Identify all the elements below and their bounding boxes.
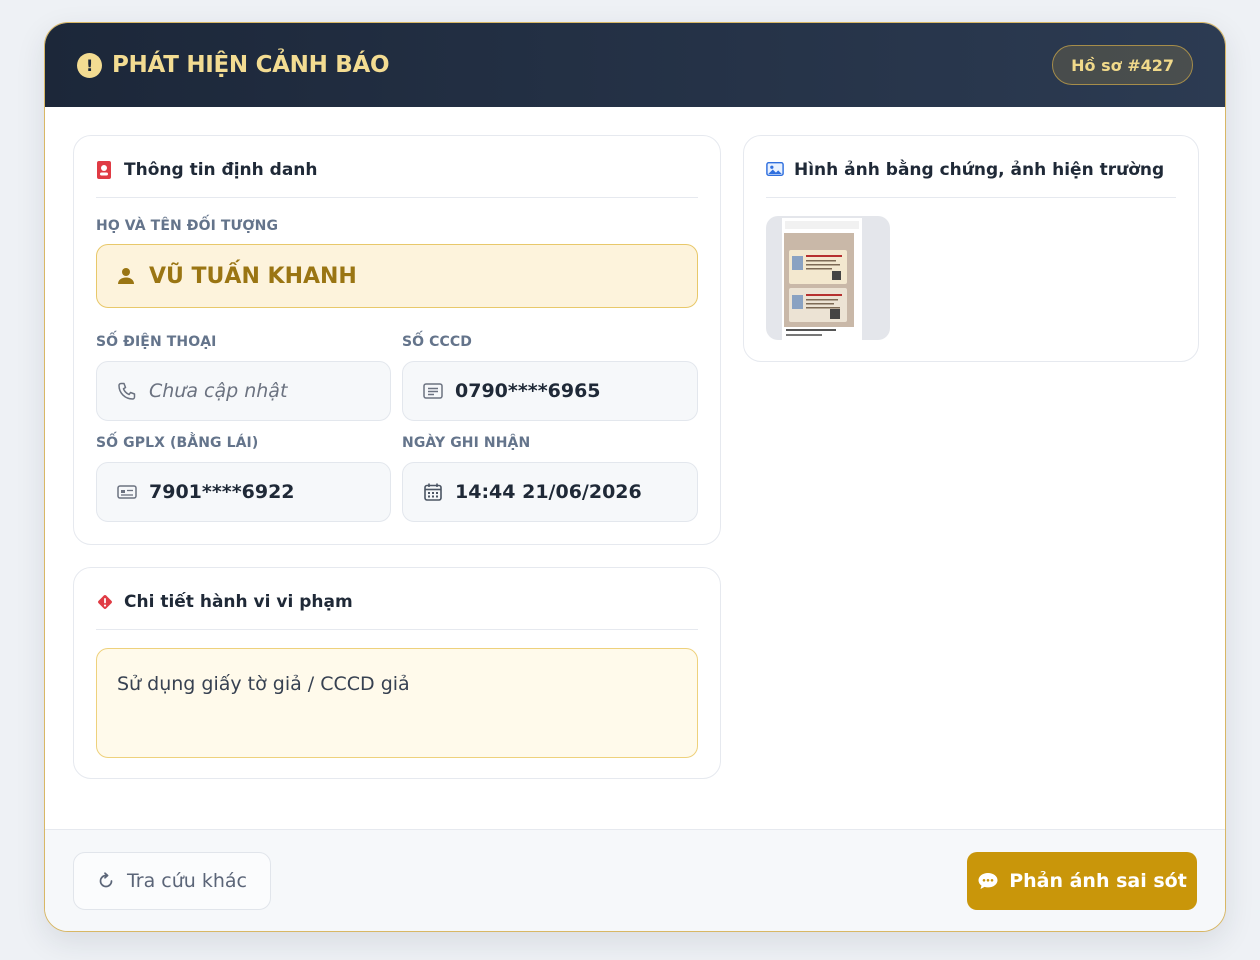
card-footer: Tra cứu khác Phản ánh sai sót	[45, 829, 1225, 931]
id-card-icon	[96, 160, 114, 180]
user-icon	[117, 267, 135, 285]
violation-panel-title: Chi tiết hành vi vi phạm	[124, 592, 353, 612]
search-again-button[interactable]: Tra cứu khác	[73, 852, 271, 910]
cccd-field: 0790****6965	[402, 361, 698, 421]
report-error-button[interactable]: Phản ánh sai sót	[967, 852, 1197, 910]
alert-title-text: PHÁT HIỆN CẢNH BÁO	[112, 52, 390, 78]
evidence-panel-title: Hình ảnh bằng chứng, ảnh hiện trường	[794, 160, 1165, 180]
id-card-photo	[782, 218, 862, 340]
violation-description: Sử dụng giấy tờ giả / CCCD giả	[96, 648, 698, 758]
identity-panel-title: Thông tin định danh	[124, 160, 318, 180]
violation-panel: Chi tiết hành vi vi phạm Sử dụng giấy tờ…	[73, 567, 721, 779]
name-value: VŨ TUẤN KHANH	[149, 263, 357, 289]
violation-panel-header: Chi tiết hành vi vi phạm	[96, 592, 698, 630]
phone-field: Chưa cập nhật	[96, 361, 391, 421]
identity-panel-header: Thông tin định danh	[96, 160, 698, 198]
report-error-label: Phản ánh sai sót	[1009, 870, 1187, 892]
refresh-icon	[97, 872, 115, 890]
identity-panel: Thông tin định danh HỌ VÀ TÊN ĐỐI TƯỢNG …	[73, 135, 721, 545]
phone-icon	[117, 381, 137, 401]
cccd-value: 0790****6965	[455, 380, 601, 402]
alert-card: ! PHÁT HIỆN CẢNH BÁO Hồ sơ #427 Thông ti…	[44, 22, 1226, 932]
evidence-panel: Hình ảnh bằng chứng, ảnh hiện trường	[743, 135, 1199, 362]
alert-title: ! PHÁT HIỆN CẢNH BÁO	[77, 49, 390, 81]
license-card-icon	[117, 482, 137, 502]
image-icon	[766, 160, 784, 180]
license-field: 7901****6922	[96, 462, 391, 522]
calendar-icon	[423, 482, 443, 502]
evidence-photo-thumbnail[interactable]	[766, 216, 890, 340]
cccd-label: SỐ CCCD	[402, 334, 473, 350]
warning-diamond-icon	[96, 592, 114, 612]
date-value: 14:44 21/06/2026	[455, 481, 642, 503]
license-value: 7901****6922	[149, 481, 295, 503]
alert-icon: !	[77, 52, 102, 78]
name-label: HỌ VÀ TÊN ĐỐI TƯỢNG	[96, 218, 279, 234]
chat-bubble-icon	[977, 871, 999, 891]
evidence-panel-header: Hình ảnh bằng chứng, ảnh hiện trường	[766, 160, 1176, 198]
phone-value: Chưa cập nhật	[149, 380, 288, 402]
license-label: SỐ GPLX (BẰNG LÁI)	[96, 435, 259, 451]
file-number-badge: Hồ sơ #427	[1052, 45, 1193, 85]
name-field: VŨ TUẤN KHANH	[96, 244, 698, 308]
date-label: NGÀY GHI NHẬN	[402, 435, 531, 451]
search-again-label: Tra cứu khác	[126, 870, 247, 892]
card-header: ! PHÁT HIỆN CẢNH BÁO Hồ sơ #427	[45, 23, 1225, 107]
date-field: 14:44 21/06/2026	[402, 462, 698, 522]
phone-label: SỐ ĐIỆN THOẠI	[96, 334, 217, 350]
id-document-icon	[423, 381, 443, 401]
